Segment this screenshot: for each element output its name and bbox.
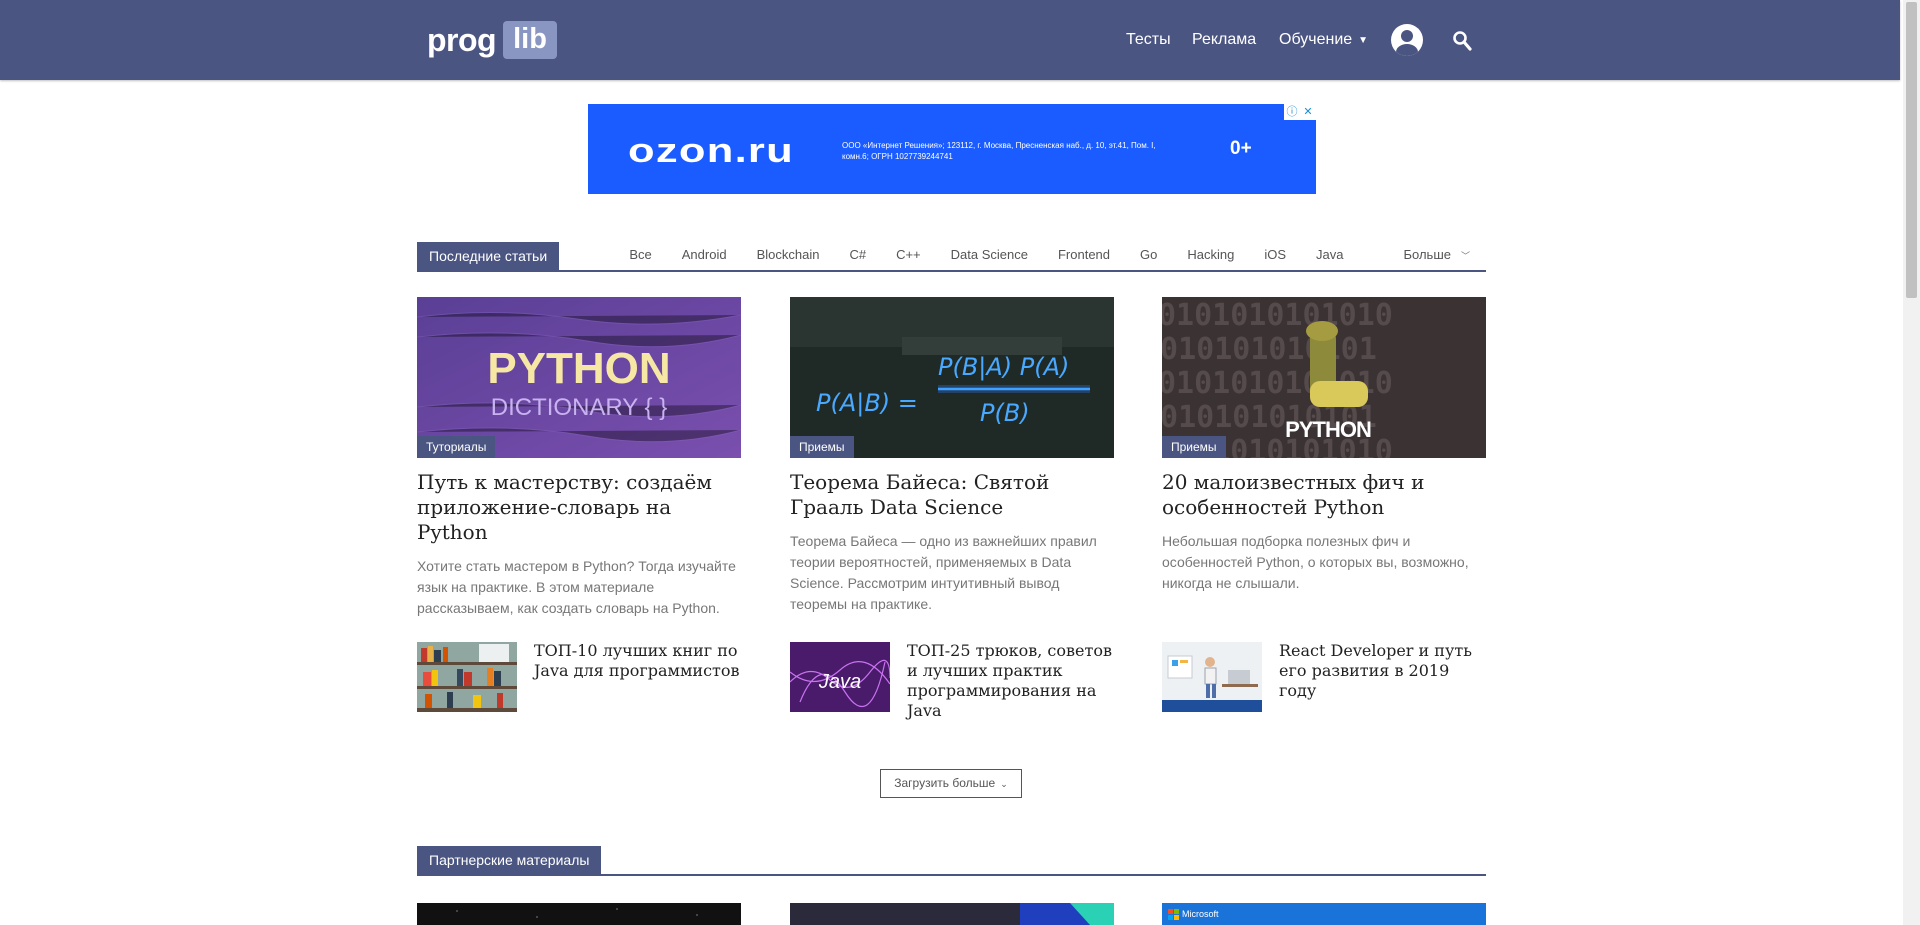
article-description: Хотите стать мастером в Python? Тогда из… [417, 558, 736, 616]
svg-text:1010101010101: 1010101010101 [1162, 332, 1377, 367]
page-scrollbar[interactable] [1903, 0, 1920, 925]
partner-article-image[interactable] [790, 903, 1114, 925]
python-binary-image: 0101010101010 1010101010101 010101010101… [1162, 297, 1486, 458]
partner-materials-bar: Партнерские материалы [417, 846, 1486, 876]
nav-tests[interactable]: Тесты [1126, 0, 1171, 80]
article-image[interactable]: 0101010101010 1010101010101 010101010101… [1162, 297, 1486, 458]
article-image[interactable]: PYTHON DICTIONARY { } Туториалы [417, 297, 741, 458]
article-category-badge[interactable]: Приемы [1162, 436, 1226, 458]
python-dictionary-image: PYTHON DICTIONARY { } [417, 297, 741, 458]
logo-text-lib: lib [503, 21, 557, 59]
ozon-logo: ozon.ru [628, 132, 794, 170]
mini-article-image[interactable] [417, 642, 517, 712]
logo-text-prog: prog [427, 21, 497, 58]
image-text-python: PYTHON [1285, 417, 1371, 442]
partner-article-image[interactable] [417, 903, 741, 925]
category-data-science[interactable]: Data Science [951, 247, 1028, 262]
load-more-label: Загрузить больше [894, 776, 996, 790]
svg-text:0101010101010: 0101010101010 [1162, 298, 1393, 333]
category-filter: Все Android Blockchain C# C++ Data Scien… [599, 247, 1470, 262]
image-text-java: Java [818, 671, 861, 693]
category-java[interactable]: Java [1316, 247, 1343, 262]
ad-age-rating: 0+ [1230, 138, 1252, 159]
article-title[interactable]: 20 малоизвестных фич и особенностей Pyth… [1162, 470, 1486, 520]
category-android[interactable]: Android [682, 247, 727, 262]
latest-articles-title: Последние статьи [417, 242, 560, 270]
formula-numerator: P(B|A) P(A) [938, 353, 1069, 381]
mini-article-image[interactable]: Java [790, 642, 890, 712]
category-more[interactable]: Больше ﹀ [1373, 247, 1470, 262]
latest-articles-bar: Последние статьи Все Android Blockchain … [417, 242, 1486, 272]
site-header: prog lib Тесты Реклама Обучение ▼ [0, 0, 1900, 80]
java-neon-image: Java [790, 642, 890, 712]
chevron-down-icon: ⌄ [1000, 779, 1008, 789]
ad-banner[interactable]: ozon.ru ООО «Интернет Решения»; 123112, … [588, 104, 1316, 194]
scrollbar-thumb[interactable] [1906, 2, 1917, 298]
user-account-icon[interactable] [1391, 24, 1423, 56]
category-blockchain[interactable]: Blockchain [757, 247, 820, 262]
category-more-label: Больше [1403, 247, 1451, 262]
chevron-down-icon: ﹀ [1460, 251, 1470, 261]
ad-controls: ⓘ ✕ [1284, 104, 1316, 120]
partner-image-microsoft: Microsoft [1162, 903, 1486, 925]
nav-education-label: Обучение [1279, 31, 1353, 48]
nav-ads[interactable]: Реклама [1192, 0, 1256, 80]
article-card[interactable]: P(A|B) = P(B|A) P(A) P(B) Приемы Теорема… [790, 297, 1114, 615]
load-more-button[interactable]: Загрузить больше ⌄ [880, 769, 1022, 798]
formula-denominator: P(B) [980, 399, 1030, 427]
category-csharp[interactable]: C# [849, 247, 866, 262]
category-go[interactable]: Go [1140, 247, 1157, 262]
formula-left: P(A|B) = [816, 389, 918, 417]
mini-article-title[interactable]: React Developer и путь его развития в 20… [1279, 641, 1486, 701]
chevron-down-icon: ▼ [1358, 34, 1369, 46]
bookshelf-image [417, 642, 517, 712]
partner-materials-title: Партнерские материалы [417, 846, 602, 874]
partner-article-image[interactable]: Microsoft [1162, 903, 1486, 925]
article-category-badge[interactable]: Приемы [790, 436, 854, 458]
article-title[interactable]: Путь к мастерству: создаём приложение-сл… [417, 470, 741, 545]
site-logo[interactable]: prog lib [427, 20, 557, 60]
category-frontend[interactable]: Frontend [1058, 247, 1110, 262]
mini-article-image[interactable] [1162, 642, 1262, 712]
article-image[interactable]: P(A|B) = P(B|A) P(A) P(B) Приемы [790, 297, 1114, 458]
category-cpp[interactable]: C++ [896, 247, 921, 262]
article-title[interactable]: Теорема Байеса: Святой Грааль Data Scien… [790, 470, 1114, 520]
image-text-python: PYTHON [487, 344, 670, 393]
partner-image-dark [417, 903, 741, 925]
article-description: Небольшая подборка полезных фич и особен… [1162, 533, 1469, 591]
category-ios[interactable]: iOS [1264, 247, 1286, 262]
article-category-badge[interactable]: Туториалы [417, 436, 496, 458]
ad-close-icon[interactable]: ✕ [1300, 104, 1316, 120]
ad-legal-text: ООО «Интернет Решения»; 123112, г. Москв… [842, 141, 1156, 161]
bayes-formula-image: P(A|B) = P(B|A) P(A) P(B) [790, 297, 1114, 458]
search-icon[interactable] [1452, 30, 1472, 52]
partner-image-blue [790, 903, 1114, 925]
svg-text:ozon.ru: ozon.ru [628, 132, 794, 168]
react-developer-image [1162, 642, 1262, 712]
nav-education[interactable]: Обучение ▼ [1279, 0, 1368, 80]
partner-brand: Microsoft [1182, 909, 1219, 919]
mini-article-title[interactable]: ТОП-10 лучших книг по Java для программи… [534, 641, 741, 681]
category-hacking[interactable]: Hacking [1187, 247, 1234, 262]
image-text-dictionary: DICTIONARY { } [491, 394, 668, 421]
article-card[interactable]: 0101010101010 1010101010101 010101010101… [1162, 297, 1486, 594]
article-description: Теорема Байеса — одно из важнейших прави… [790, 533, 1097, 612]
ad-brand: ozon.ru [628, 128, 798, 177]
article-card[interactable]: PYTHON DICTIONARY { } Туториалы Путь к м… [417, 297, 741, 619]
category-all[interactable]: Все [629, 247, 651, 262]
ad-info-icon[interactable]: ⓘ [1284, 104, 1300, 120]
mini-article-title[interactable]: ТОП-25 трюков, советов и лучших практик … [907, 641, 1114, 721]
